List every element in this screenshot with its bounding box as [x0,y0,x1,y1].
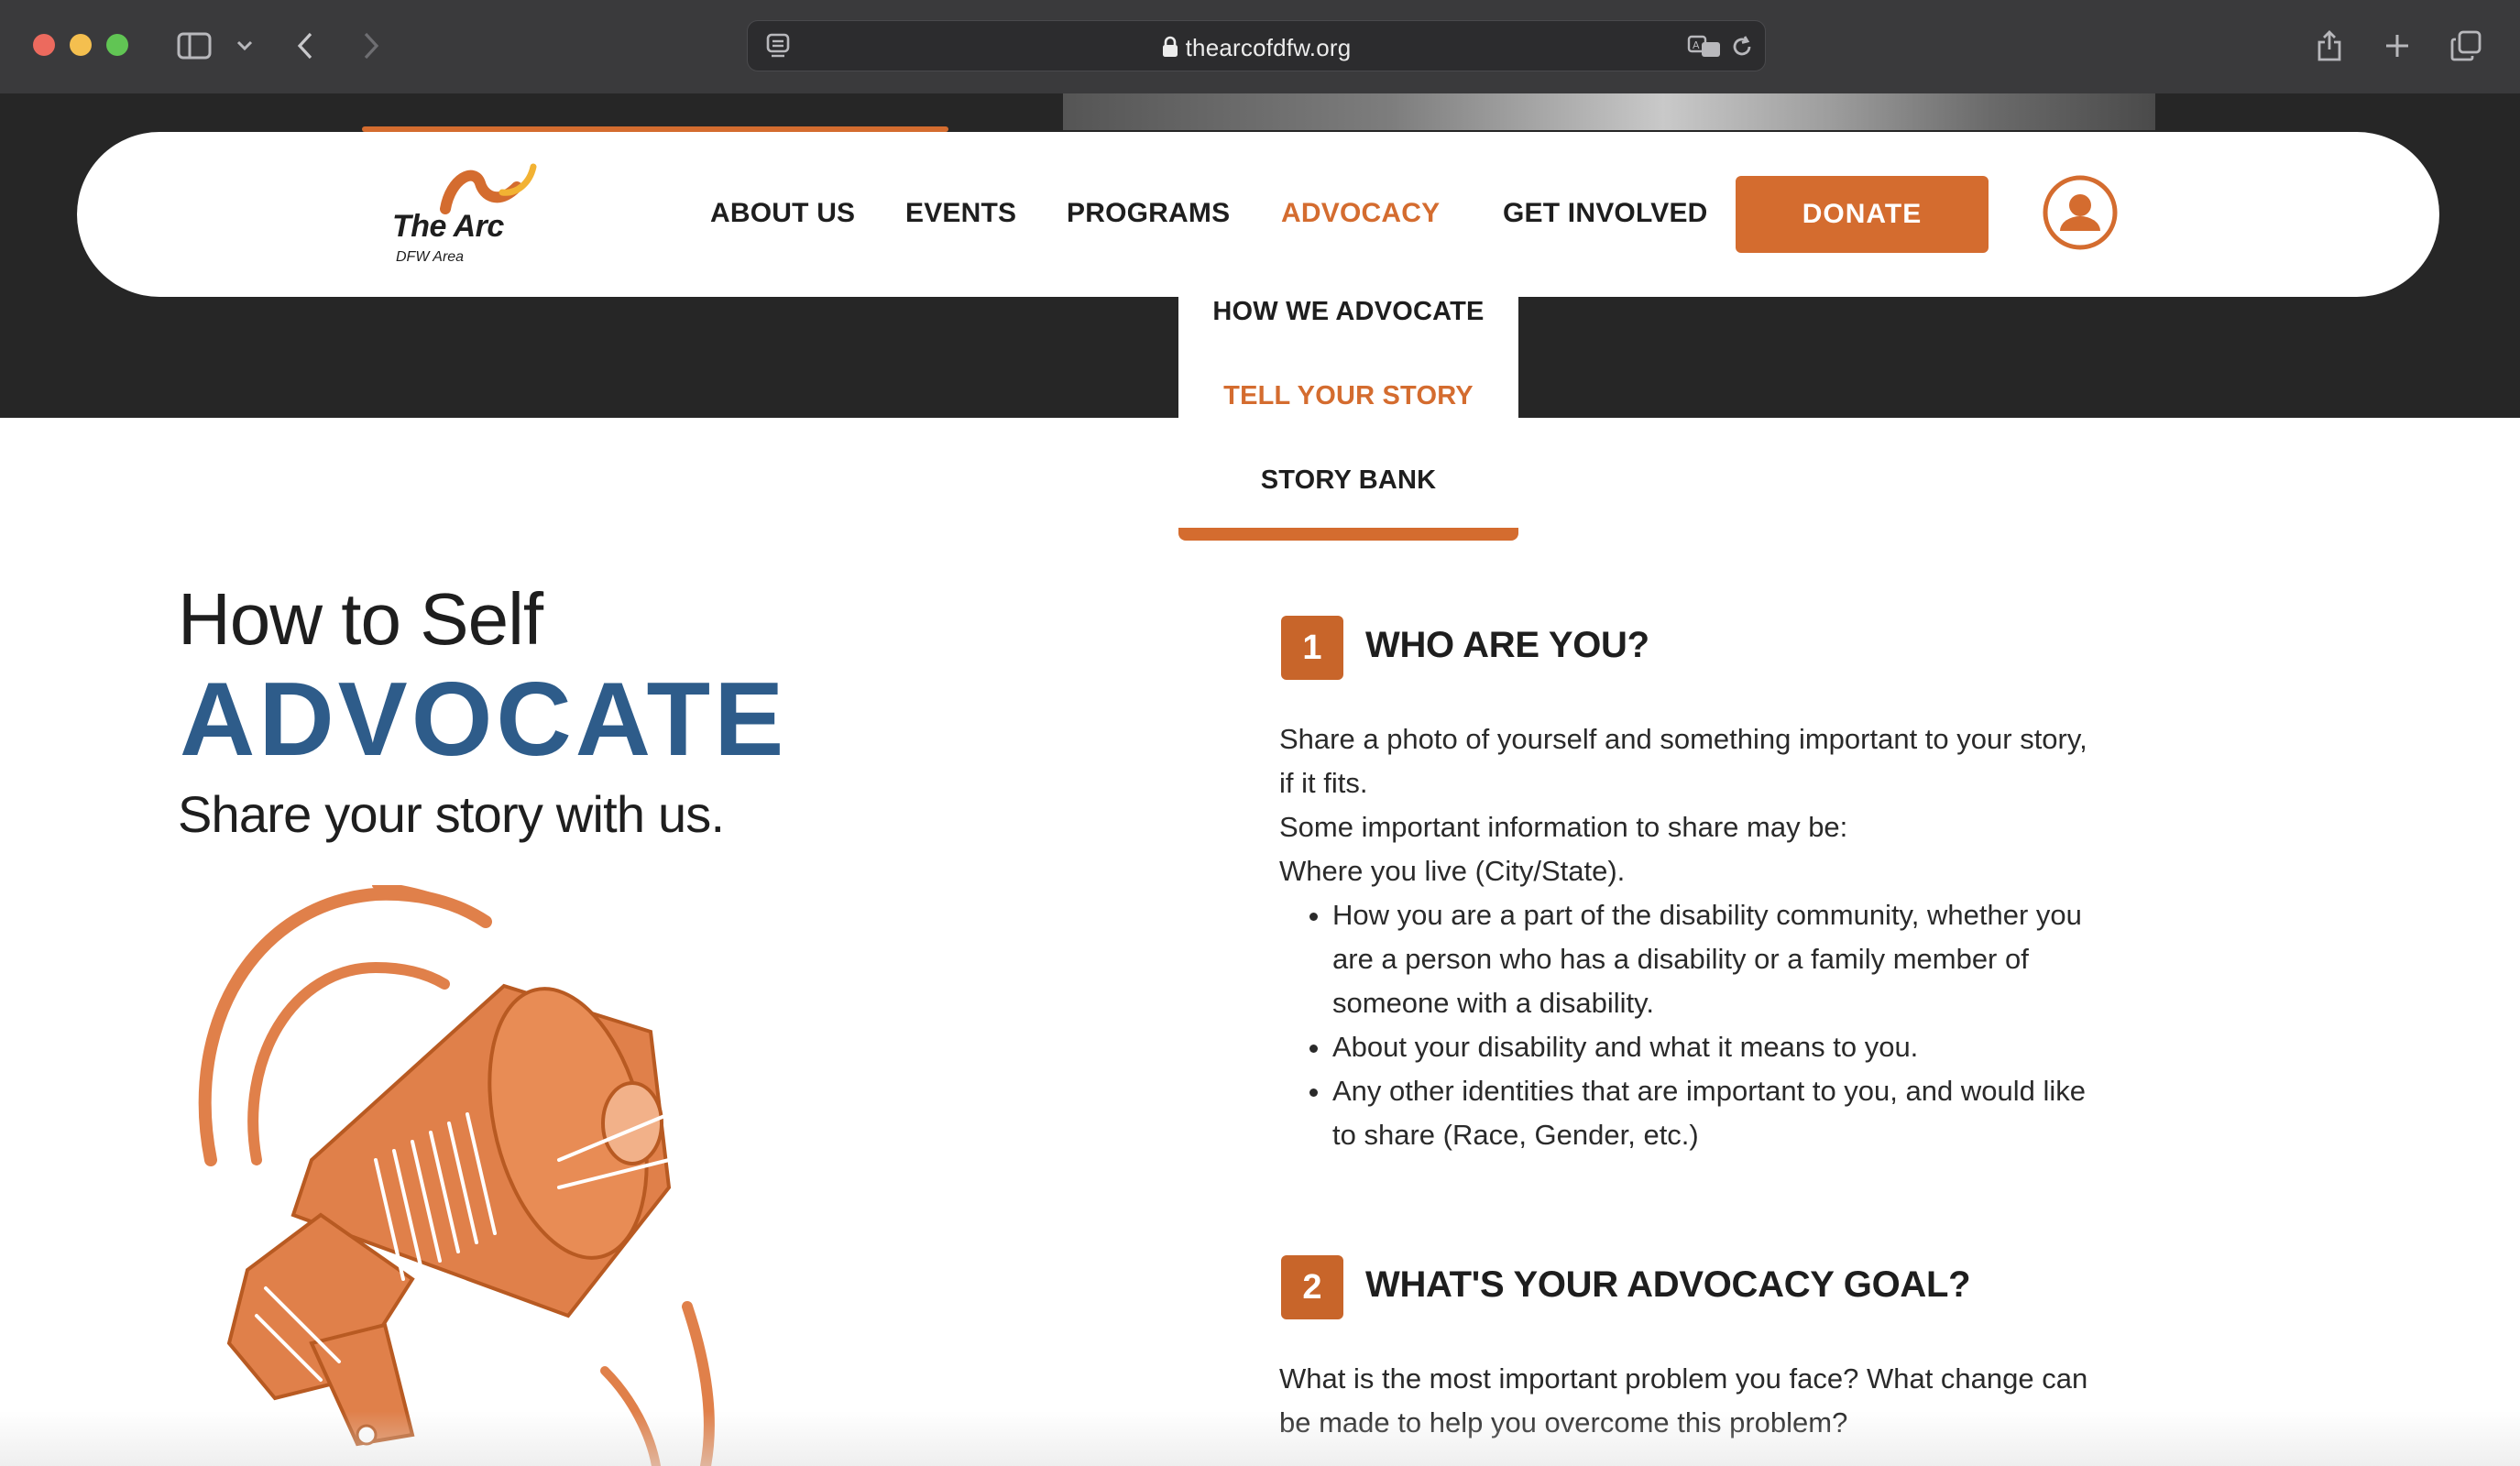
list-item: About your disability and what it means … [1332,1025,2104,1069]
nav-advocacy[interactable]: ADVOCACY [1281,198,1440,229]
step-title: WHAT'S YOUR ADVOCACY GOAL? [1365,1264,1971,1305]
advocacy-dropdown: HOW WE ADVOCATE TELL YOUR STORY STORY BA… [1178,297,1518,541]
browser-toolbar: thearcofdfw.org A [0,0,2520,94]
forward-arrow-icon[interactable] [356,22,387,70]
step-paragraph: Some important information to share may … [1279,811,1848,843]
nav-events[interactable]: EVENTS [905,198,1016,229]
page-title-emphasis: ADVOCATE [180,662,788,778]
step-body: Share a photo of yourself and something … [1279,717,2104,1157]
dropdown-story-bank[interactable]: STORY BANK [1178,465,1518,496]
new-tab-icon[interactable] [2379,22,2416,70]
dropdown-how-we-advocate[interactable]: HOW WE ADVOCATE [1178,297,1518,327]
translate-icon[interactable]: A [1684,23,1725,71]
back-arrow-icon[interactable] [290,22,321,70]
reload-icon[interactable] [1725,23,1759,71]
chevron-down-icon[interactable] [231,22,258,70]
address-bar[interactable]: thearcofdfw.org A [747,20,1766,71]
nav-programs[interactable]: PROGRAMS [1067,198,1230,229]
dropdown-tell-your-story[interactable]: TELL YOUR STORY [1178,381,1518,411]
site-logo[interactable]: The Arc DFW Area [392,156,557,275]
tab-overview-icon[interactable] [2447,22,2485,70]
step-number-badge: 2 [1281,1255,1343,1319]
step-bullet-list: How you are a part of the disability com… [1279,893,2104,1157]
zoom-window-button[interactable] [106,34,128,56]
step-number-badge: 1 [1281,616,1343,680]
sidebar-toggle-icon[interactable] [172,22,216,70]
scroll-fade [0,1411,2520,1466]
url-text: thearcofdfw.org [1185,34,1352,61]
page-subtitle: Share your story with us. [178,785,725,843]
step-paragraph: Share a photo of yourself and something … [1279,723,2087,799]
page-title-line1: How to Self [178,578,543,660]
nav-get-involved[interactable]: GET INVOLVED [1503,198,1708,229]
nav-about-us[interactable]: ABOUT US [710,198,855,229]
list-item: Any other identities that are important … [1332,1069,2104,1157]
logo-subtitle: DFW Area [396,249,465,265]
megaphone-icon [198,885,715,1466]
list-item: How you are a part of the disability com… [1332,893,2104,1025]
step-paragraph: Where you live (City/State). [1279,855,1626,887]
close-window-button[interactable] [33,34,55,56]
hero-photo [1063,93,2155,130]
lock-icon [1162,36,1178,64]
donate-button[interactable]: DONATE [1736,176,1989,253]
account-icon[interactable] [2042,174,2119,251]
svg-text:A: A [1693,39,1700,51]
dropdown-accent-bar [1178,528,1518,541]
logo-wordmark: The Arc [392,209,504,244]
step-title: WHO ARE YOU? [1365,625,1649,665]
minimize-window-button[interactable] [70,34,92,56]
share-icon[interactable] [2311,22,2348,70]
